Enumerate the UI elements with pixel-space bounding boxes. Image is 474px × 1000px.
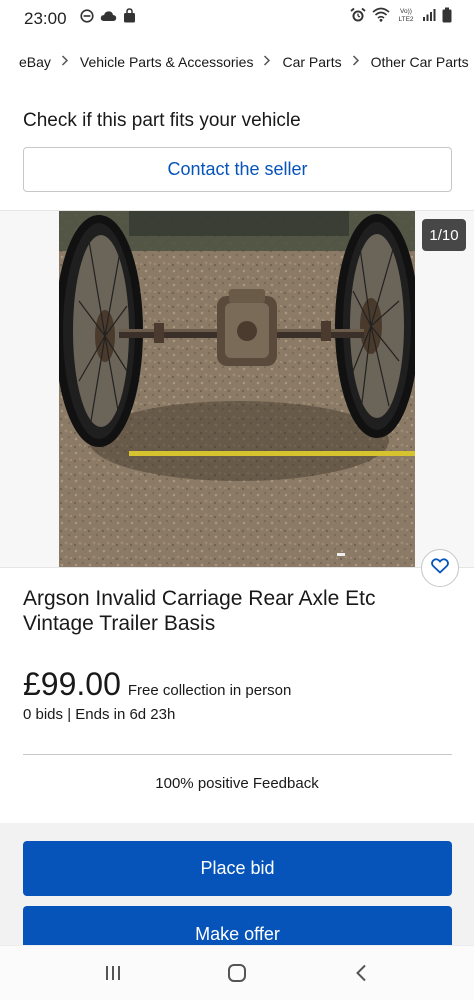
- breadcrumb-item-vehicle-parts[interactable]: Vehicle Parts & Accessories: [80, 54, 254, 70]
- price-row: £99.00 Free collection in person: [23, 666, 291, 703]
- watch-button[interactable]: [421, 549, 459, 587]
- screen: 23:00 Vo)) LTE2 eBay Vehicle Parts & Acc…: [0, 0, 474, 1000]
- item-price: £99.00: [23, 666, 121, 702]
- system-nav-bar: [0, 945, 474, 1000]
- home-icon[interactable]: [222, 960, 252, 986]
- back-icon[interactable]: [346, 960, 376, 986]
- divider: [0, 567, 474, 568]
- svg-text:Vo)): Vo)): [400, 8, 412, 15]
- svg-text:LTE2: LTE2: [398, 16, 413, 23]
- cloud-icon: [100, 9, 117, 27]
- place-bid-button[interactable]: Place bid: [23, 841, 452, 896]
- recent-apps-icon[interactable]: [98, 960, 128, 986]
- seller-feedback[interactable]: 100% positive Feedback: [0, 775, 474, 792]
- status-bar: 23:00 Vo)) LTE2: [0, 0, 474, 36]
- delivery-info: Free collection in person: [127, 682, 292, 699]
- divider: [23, 754, 452, 755]
- status-icons-right: Vo)) LTE2: [350, 6, 452, 29]
- item-photo[interactable]: [59, 211, 415, 567]
- action-panel: Place bid Make offer: [0, 823, 474, 951]
- signal-icon: [422, 8, 436, 27]
- image-gallery[interactable]: 1/10: [0, 211, 474, 567]
- breadcrumb-item-car-parts[interactable]: Car Parts: [282, 54, 341, 70]
- status-icons-left: [80, 8, 136, 28]
- chevron-right-icon: [352, 53, 360, 71]
- status-time: 23:00: [24, 9, 67, 28]
- contact-seller-button[interactable]: Contact the seller: [23, 147, 452, 192]
- alarm-icon: [350, 7, 366, 28]
- breadcrumb-item-other-car-parts[interactable]: Other Car Parts: [371, 54, 469, 70]
- breadcrumb-item-ebay[interactable]: eBay: [19, 54, 51, 70]
- shopping-bag-icon: [123, 8, 136, 28]
- chevron-right-icon: [263, 53, 271, 71]
- fitment-title: Check if this part fits your vehicle: [23, 110, 301, 131]
- chevron-right-icon: [61, 53, 69, 71]
- do-not-disturb-icon: [80, 8, 94, 28]
- image-counter: 1/10: [422, 219, 466, 251]
- wifi-icon: [372, 7, 390, 27]
- item-title: Argson Invalid Carriage Rear Axle Etc Vi…: [23, 587, 376, 635]
- breadcrumb: eBay Vehicle Parts & Accessories Car Par…: [0, 50, 474, 74]
- volte-label: Vo)) LTE2: [396, 6, 416, 29]
- bid-status: 0 bids | Ends in 6d 23h: [23, 706, 176, 723]
- heart-icon: [431, 557, 449, 579]
- battery-icon: [442, 7, 452, 28]
